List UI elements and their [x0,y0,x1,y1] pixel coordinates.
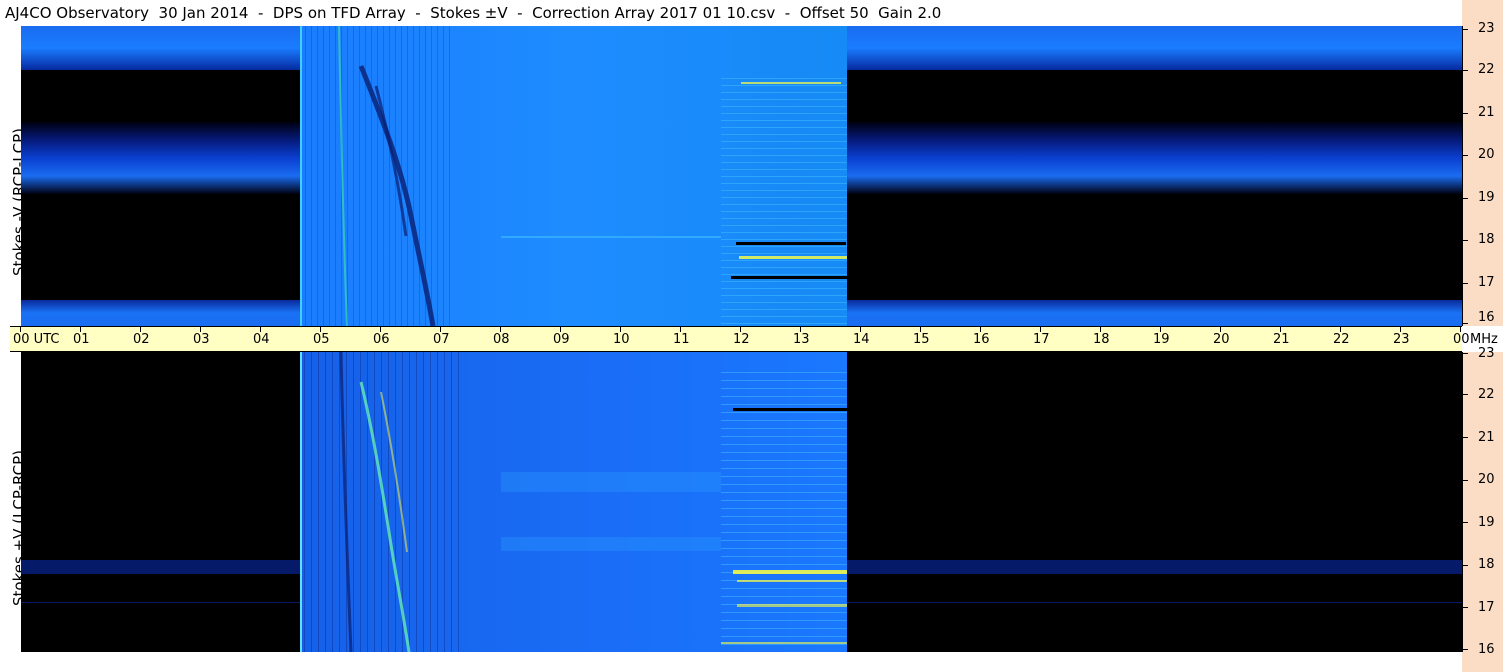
time-label-07: 07 [433,332,450,347]
freq-label-23: 23 [1478,346,1495,361]
time-label-04: 04 [253,332,270,347]
lower-frequency-axis: 23 22 21 20 19 18 17 16 [1462,346,1503,672]
time-label-15: 15 [913,332,930,347]
time-label-10: 10 [613,332,630,347]
freq-label-18: 18 [1478,557,1495,572]
time-label-06: 06 [373,332,390,347]
freq-label-22: 22 [1478,387,1495,402]
time-label-21: 21 [1273,332,1290,347]
freq-tick [1462,240,1468,241]
time-axis-top-border [10,326,1462,327]
freq-label-19: 19 [1478,515,1495,530]
freq-tick [1462,607,1468,608]
freq-label-17: 17 [1478,600,1495,615]
freq-tick [1462,70,1468,71]
time-label-03: 03 [193,332,210,347]
lower-spectrogram-panel [21,352,1462,652]
freq-label-21: 21 [1478,430,1495,445]
freq-tick [1462,522,1468,523]
freq-tick [1462,353,1468,354]
time-label-19: 19 [1153,332,1170,347]
time-label-08: 08 [493,332,510,347]
freq-label-22: 22 [1478,62,1495,77]
time-label-12: 12 [733,332,750,347]
time-label-14: 14 [853,332,870,347]
time-label-09: 09 [553,332,570,347]
time-label-16: 16 [973,332,990,347]
freq-tick [1462,649,1468,650]
time-label-00-end: 00 [1453,332,1470,347]
time-label-20: 20 [1213,332,1230,347]
freq-tick [1462,29,1468,30]
freq-label-18: 18 [1478,232,1495,247]
mhz-unit-label: MHz [1470,332,1498,347]
time-label-13: 13 [793,332,810,347]
freq-tick [1462,155,1468,156]
lower-label-column: Stokes +V (LCP-RCP) [0,352,28,652]
freq-tick [1462,283,1468,284]
time-label-17: 17 [1033,332,1050,347]
freq-tick [1462,394,1468,395]
time-label-05: 05 [313,332,330,347]
freq-tick [1462,113,1468,114]
spectrogram-title: AJ4CO Observatory 30 Jan 2014 - DPS on T… [5,4,942,22]
freq-label-21: 21 [1478,105,1495,120]
freq-tick [1462,437,1468,438]
freq-tick [1462,565,1468,566]
freq-label-23: 23 [1478,21,1495,36]
upper-label-column: Stokes -V (RCP-LCP) [0,26,28,326]
freq-tick [1462,198,1468,199]
time-axis: 00 UTC 01 02 03 04 05 06 07 08 09 10 11 … [10,326,1470,352]
time-label-11: 11 [673,332,690,347]
time-label-18: 18 [1093,332,1110,347]
lower-spectrogram-image [21,352,1462,652]
freq-tick [1462,323,1468,324]
time-label-22: 22 [1333,332,1350,347]
freq-label-19: 19 [1478,190,1495,205]
time-label-00-utc: 00 UTC [13,332,60,347]
freq-label-20: 20 [1478,472,1495,487]
upper-freq-axis-border [1462,26,1463,326]
upper-frequency-axis: 23 22 21 20 19 18 17 16 [1462,0,1503,326]
upper-spectrogram-image [21,26,1462,326]
title-bar: AJ4CO Observatory 30 Jan 2014 - DPS on T… [0,0,1462,26]
time-label-01: 01 [73,332,90,347]
time-label-02: 02 [133,332,150,347]
freq-label-20: 20 [1478,147,1495,162]
freq-label-16: 16 [1478,642,1495,657]
freq-label-17: 17 [1478,275,1495,290]
upper-spectrogram-panel [21,26,1462,326]
freq-label-16: 16 [1478,310,1495,325]
time-label-23: 23 [1393,332,1410,347]
freq-tick [1462,480,1468,481]
bottom-margin [0,652,1462,672]
